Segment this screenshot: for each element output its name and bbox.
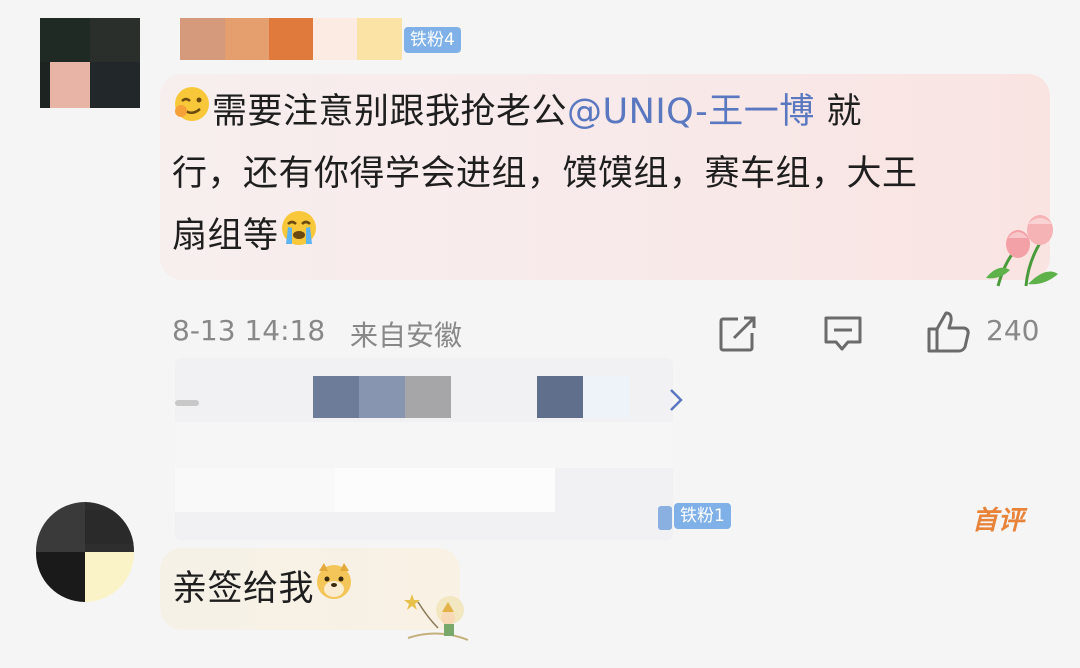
like-icon[interactable] [926,309,972,355]
comment-text-part: 就 [814,92,862,132]
top-comment-tag: 首评 [972,506,1025,536]
tulip-sticker [986,215,1058,287]
doge-emoji [314,559,354,621]
comment-text-line3: 扇组等 [172,205,319,268]
comment-text-part: 需要注意别跟我抢老公 [212,92,568,132]
avatar[interactable] [36,502,134,602]
wink-emoji [172,82,212,144]
comment-text-part: 亲签给我 [172,569,315,609]
cry-emoji [279,206,319,268]
username[interactable] [180,18,402,60]
comment-text: 需要注意别跟我抢老公@UNIQ-王一博 就 [172,81,862,144]
comment-time: 8-13 14:18 [172,314,326,347]
mention-link[interactable]: @UNIQ-王一博 [567,92,815,132]
like-count: 240 [986,314,1040,347]
comment-text: 亲签给我 [172,558,354,621]
chevron-right-icon[interactable] [669,388,683,412]
comment-text-part: 扇组等 [172,216,279,256]
star-child-sticker [404,594,469,641]
comment-icon[interactable] [822,314,864,354]
comment-location: 来自安徽 [350,319,463,352]
avatar[interactable] [40,18,140,108]
fan-badge: 铁粉4 [404,27,461,53]
fan-badge: 铁粉1 [674,503,731,529]
reply-preview[interactable] [175,358,683,540]
comment-text-line2: 行，还有你得学会进组，馍馍组，赛车组，大王 [172,154,918,194]
share-icon[interactable] [718,315,758,353]
